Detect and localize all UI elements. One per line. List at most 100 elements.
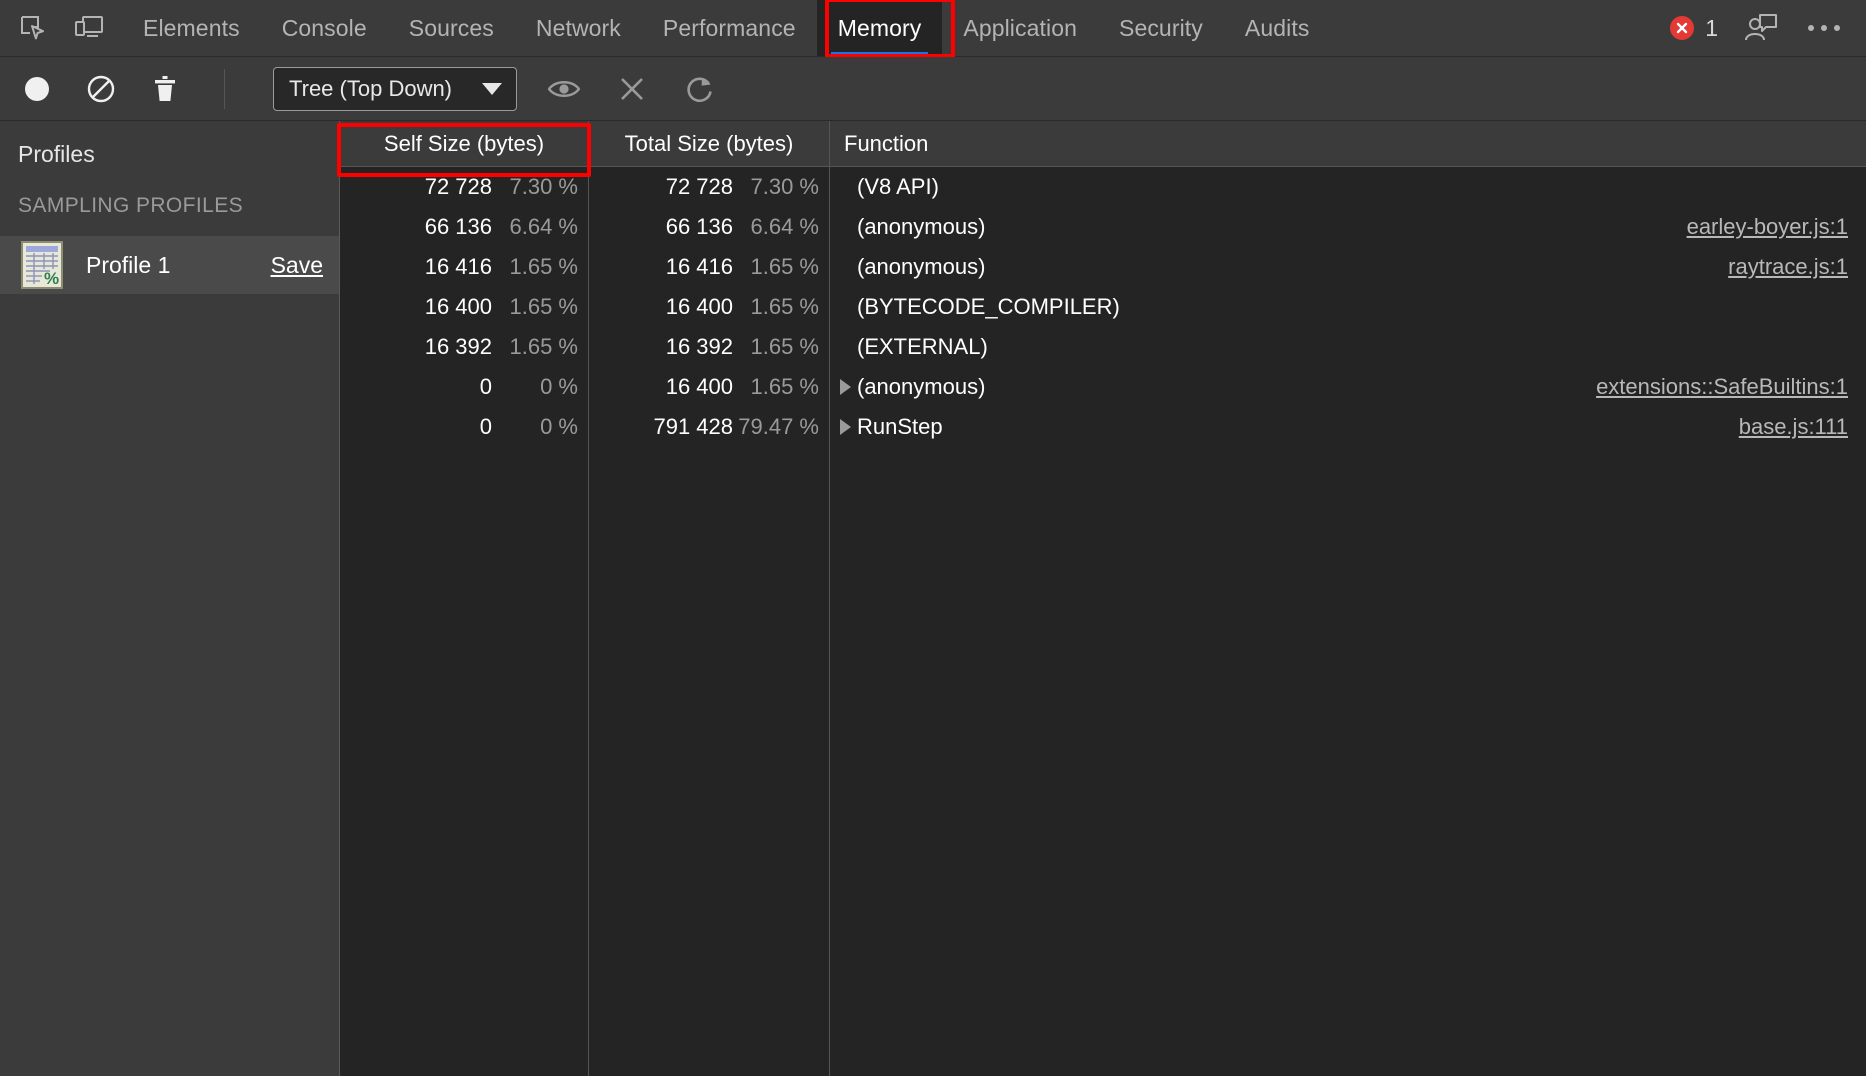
function-name: (V8 API) (857, 174, 939, 200)
self-size-value: 66 136 (380, 214, 492, 240)
table-row[interactable]: 791 428 79.47 % (589, 407, 829, 447)
table-row[interactable]: (EXTERNAL) (830, 327, 1866, 367)
more-options-icon[interactable] (1804, 25, 1844, 31)
self-size-value: 0 (380, 414, 492, 440)
column-header-function[interactable]: Function (830, 121, 1866, 166)
source-link[interactable]: base.js:111 (1739, 414, 1848, 440)
table-row[interactable]: (anonymous) raytrace.js:1 (830, 247, 1866, 287)
tab-label: Memory (838, 15, 922, 42)
table-row[interactable]: 16 416 1.65 % (589, 247, 829, 287)
self-size-percent: 0 % (492, 374, 578, 400)
clear-button[interactable] (80, 68, 122, 110)
sidebar-title: Profiles (0, 121, 339, 168)
function-name: RunStep (857, 414, 943, 440)
self-size-value: 72 728 (380, 174, 492, 200)
device-toolbar-icon[interactable] (66, 5, 112, 51)
table-row[interactable]: 16 392 1.65 % (340, 327, 588, 367)
table-row[interactable]: 0 0 % (340, 407, 588, 447)
table-row[interactable]: (anonymous) earley-boyer.js:1 (830, 207, 1866, 247)
total-size-percent: 1.65 % (733, 334, 819, 360)
total-size-value: 16 400 (621, 294, 733, 320)
tabbar-tabs: Elements Console Sources Network Perform… (122, 0, 1330, 56)
sidebar-item-profile-1[interactable]: % Profile 1 Save (0, 236, 339, 294)
self-size-value: 0 (380, 374, 492, 400)
memory-panel-body: Profiles SAMPLING PROFILES (0, 121, 1866, 1076)
profiles-sidebar: Profiles SAMPLING PROFILES (0, 121, 340, 1076)
svg-text:%: % (44, 269, 59, 288)
tab-security[interactable]: Security (1098, 0, 1224, 56)
table-row[interactable]: (BYTECODE_COMPILER) (830, 287, 1866, 327)
source-link[interactable]: raytrace.js:1 (1728, 254, 1848, 280)
function-name: (anonymous) (857, 254, 985, 280)
expand-triangle-icon[interactable] (840, 379, 851, 395)
inspect-element-icon[interactable] (10, 5, 56, 51)
total-size-value: 16 392 (621, 334, 733, 360)
save-profile-link[interactable]: Save (271, 252, 323, 279)
total-size-percent: 1.65 % (733, 294, 819, 320)
table-row[interactable]: 72 728 7.30 % (589, 167, 829, 207)
source-link[interactable]: extensions::SafeBuiltins:1 (1596, 374, 1848, 400)
table-row[interactable]: 72 728 7.30 % (340, 167, 588, 207)
table-row[interactable]: 16 400 1.65 % (589, 287, 829, 327)
table-row[interactable]: 66 136 6.64 % (340, 207, 588, 247)
devtools-tabbar: Elements Console Sources Network Perform… (0, 0, 1866, 57)
restore-all-icon[interactable] (679, 68, 721, 110)
data-grid-body: 72 728 7.30 % 66 136 6.64 % 16 416 1.65 … (340, 167, 1866, 1076)
feedback-person-icon[interactable] (1738, 5, 1784, 51)
table-row[interactable]: 16 400 1.65 % (340, 287, 588, 327)
focus-function-icon[interactable] (543, 68, 585, 110)
memory-action-toolbar: Tree (Top Down) (0, 57, 1866, 121)
self-size-percent: 1.65 % (492, 294, 578, 320)
total-size-percent: 1.65 % (733, 374, 819, 400)
exclude-function-icon[interactable] (611, 68, 653, 110)
self-size-percent: 1.65 % (492, 334, 578, 360)
table-row[interactable]: 16 400 1.65 % (589, 367, 829, 407)
total-size-value: 66 136 (621, 214, 733, 240)
function-name: (anonymous) (857, 214, 985, 240)
error-counter[interactable]: 1 (1670, 15, 1718, 42)
tab-console[interactable]: Console (261, 0, 388, 56)
toolbar-divider (224, 69, 225, 109)
tab-sources[interactable]: Sources (388, 0, 515, 56)
table-row[interactable]: 66 136 6.64 % (589, 207, 829, 247)
total-size-percent: 6.64 % (733, 214, 819, 240)
sidebar-section-sampling-profiles: SAMPLING PROFILES (0, 168, 339, 218)
expand-triangle-icon[interactable] (840, 419, 851, 435)
source-link[interactable]: earley-boyer.js:1 (1687, 214, 1848, 240)
self-size-percent: 1.65 % (492, 254, 578, 280)
tab-performance[interactable]: Performance (642, 0, 817, 56)
column-self-size: 72 728 7.30 % 66 136 6.64 % 16 416 1.65 … (340, 167, 589, 1076)
total-size-percent: 1.65 % (733, 254, 819, 280)
table-row[interactable]: 16 392 1.65 % (589, 327, 829, 367)
tab-application[interactable]: Application (942, 0, 1098, 56)
error-close-icon (1670, 16, 1694, 40)
data-grid-header: Self Size (bytes) Total Size (bytes) Fun… (340, 121, 1866, 167)
total-size-percent: 79.47 % (733, 414, 819, 440)
column-header-self-size[interactable]: Self Size (bytes) (340, 121, 589, 166)
table-row[interactable]: (V8 API) (830, 167, 1866, 207)
total-size-value: 791 428 (621, 414, 733, 440)
tabbar-right-controls: 1 (1670, 0, 1866, 56)
tab-label: Console (282, 15, 367, 42)
tab-network[interactable]: Network (515, 0, 642, 56)
view-mode-select-wrap: Tree (Top Down) (273, 67, 517, 111)
tab-label: Sources (409, 15, 494, 42)
delete-profile-button[interactable] (144, 68, 186, 110)
tab-elements[interactable]: Elements (122, 0, 261, 56)
record-button[interactable] (16, 68, 58, 110)
table-row[interactable]: RunStep base.js:111 (830, 407, 1866, 447)
self-size-percent: 0 % (492, 414, 578, 440)
function-name: (BYTECODE_COMPILER) (857, 294, 1120, 320)
view-mode-select[interactable]: Tree (Top Down) (273, 67, 517, 111)
table-row[interactable]: 16 416 1.65 % (340, 247, 588, 287)
self-size-value: 16 416 (380, 254, 492, 280)
filter-controls (543, 68, 721, 110)
tab-audits[interactable]: Audits (1224, 0, 1331, 56)
column-header-total-size[interactable]: Total Size (bytes) (589, 121, 830, 166)
recording-controls (0, 68, 186, 110)
table-row[interactable]: (anonymous) extensions::SafeBuiltins:1 (830, 367, 1866, 407)
tab-memory[interactable]: Memory (817, 0, 943, 56)
table-row[interactable]: 0 0 % (340, 367, 588, 407)
total-size-value: 72 728 (621, 174, 733, 200)
tab-label: Performance (663, 15, 796, 42)
